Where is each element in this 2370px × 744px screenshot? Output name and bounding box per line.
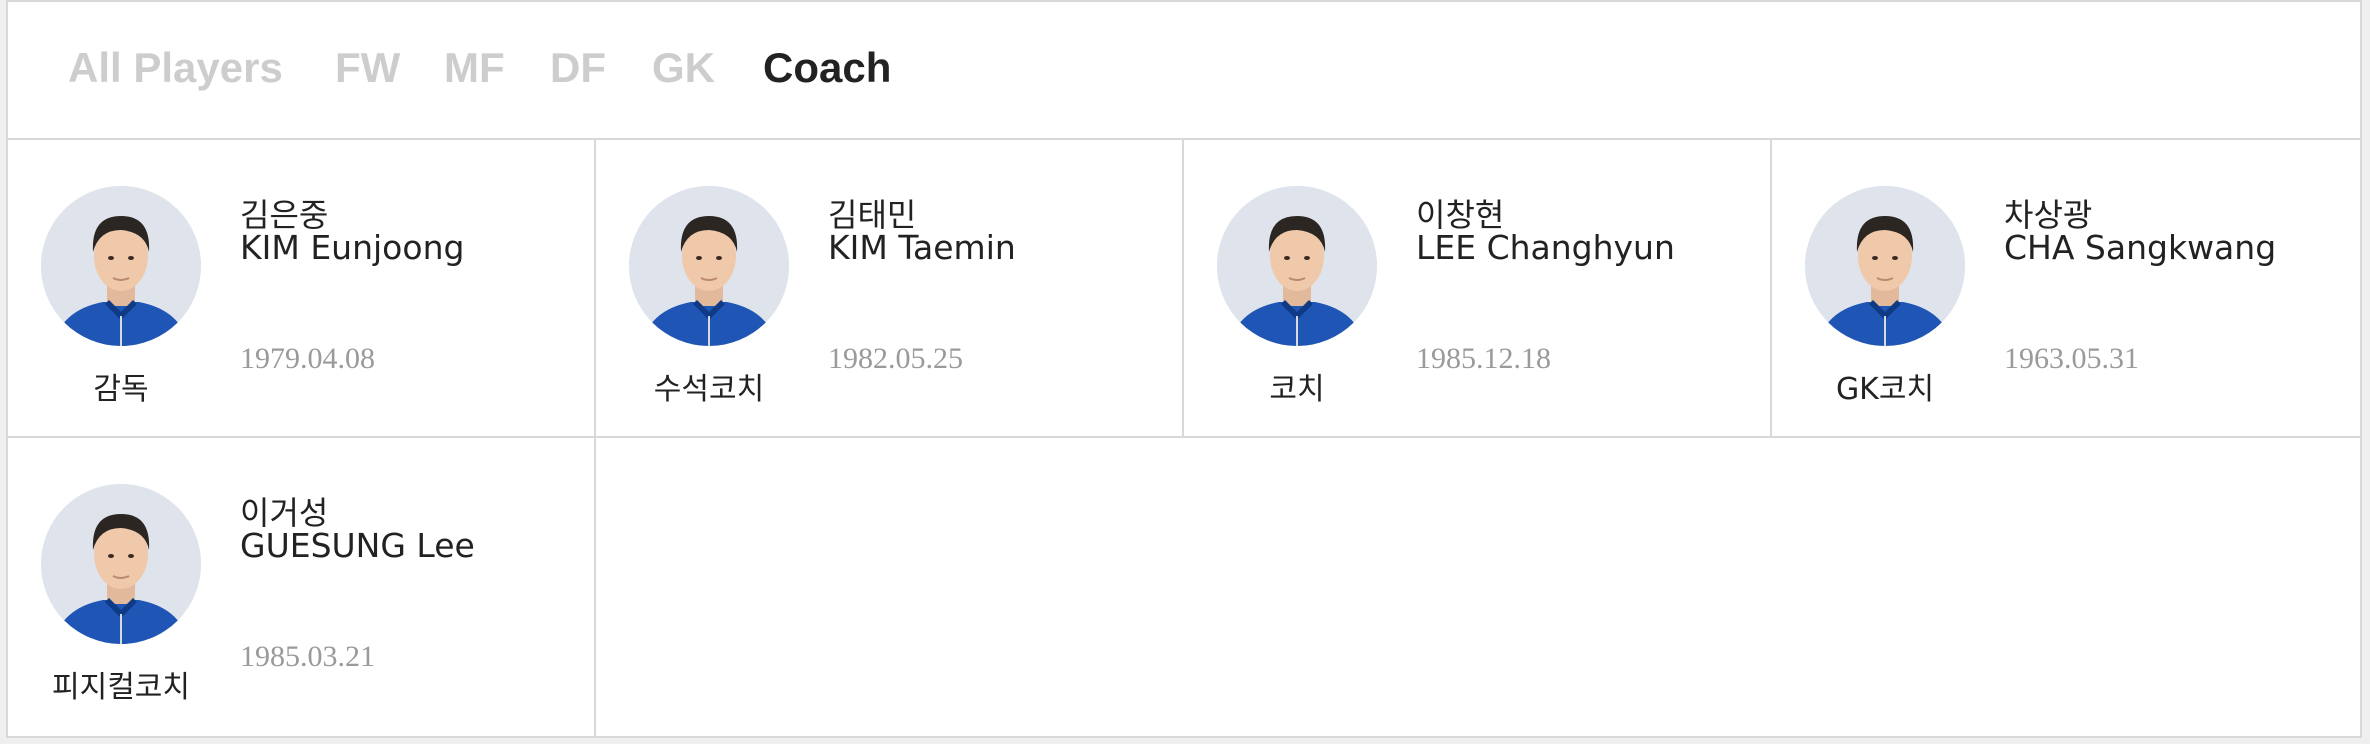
portrait-silhouette	[629, 186, 789, 346]
position-tabs: All Players FW MF DF GK Coach	[8, 2, 2360, 140]
coach-name-english: GUESUNG Lee	[240, 526, 475, 565]
coach-photo	[41, 484, 201, 644]
coach-role: GK코치	[1835, 372, 1935, 407]
coach-photo	[629, 186, 789, 346]
tab-gk[interactable]: GK	[652, 44, 715, 92]
coach-birth-date: 1985.03.21	[240, 640, 375, 673]
coach-grid: 감독 김은중 KIM Eunjoong 1979.04.08 수석코치 김태민 …	[8, 140, 2360, 736]
tab-fw[interactable]: FW	[335, 44, 400, 92]
coach-name-english: LEE Changhyun	[1416, 228, 1675, 267]
coach-photo	[1805, 186, 1965, 346]
coach-card[interactable]: GK코치 차상광 CHA Sangkwang 1963.05.31	[1772, 140, 2360, 438]
coach-photo	[1217, 186, 1377, 346]
coach-role: 감독	[93, 372, 149, 407]
coach-name-english: CHA Sangkwang	[2004, 228, 2277, 267]
coach-name-english: KIM Taemin	[828, 228, 1016, 267]
coach-role: 코치	[1269, 372, 1325, 407]
tab-df[interactable]: DF	[550, 44, 606, 92]
coach-card[interactable]: 감독 김은중 KIM Eunjoong 1979.04.08	[8, 140, 596, 438]
coach-role: 수석코치	[653, 372, 765, 407]
portrait-silhouette	[41, 484, 201, 644]
tab-mf[interactable]: MF	[444, 44, 505, 92]
portrait-silhouette	[1217, 186, 1377, 346]
portrait-silhouette	[1805, 186, 1965, 346]
coach-card[interactable]: 수석코치 김태민 KIM Taemin 1982.05.25	[596, 140, 1184, 438]
coach-panel: All Players FW MF DF GK Coach 감독 김은중 KIM…	[6, 0, 2362, 738]
portrait-silhouette	[41, 186, 201, 346]
coach-photo	[41, 186, 201, 346]
coach-birth-date: 1979.04.08	[240, 342, 375, 375]
coach-birth-date: 1982.05.25	[828, 342, 963, 375]
coach-card[interactable]: 코치 이창현 LEE Changhyun 1985.12.18	[1184, 140, 1772, 438]
tab-all-players[interactable]: All Players	[68, 44, 283, 92]
coach-birth-date: 1985.12.18	[1416, 342, 1551, 375]
coach-birth-date: 1963.05.31	[2004, 342, 2139, 375]
tab-coach[interactable]: Coach	[763, 44, 891, 92]
coach-name-english: KIM Eunjoong	[240, 228, 465, 267]
coach-role: 피지컬코치	[52, 670, 190, 705]
coach-card[interactable]: 피지컬코치 이거성 GUESUNG Lee 1985.03.21	[8, 438, 596, 736]
